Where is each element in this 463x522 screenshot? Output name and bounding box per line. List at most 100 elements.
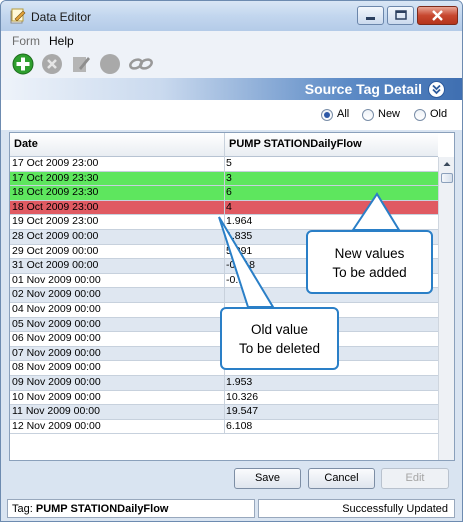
callout-old-value: Old value To be deleted bbox=[220, 307, 339, 370]
menu-help[interactable]: Help bbox=[49, 34, 74, 48]
callout-new-line2: To be added bbox=[332, 265, 407, 280]
cell-value[interactable]: 19.547 bbox=[226, 405, 258, 419]
minimize-icon bbox=[366, 17, 375, 20]
cell-divider bbox=[224, 229, 225, 244]
cell-value[interactable]: 4 bbox=[226, 201, 232, 215]
link-icon[interactable] bbox=[128, 53, 154, 75]
section-title: Source Tag Detail bbox=[304, 81, 422, 97]
cell-divider bbox=[224, 171, 225, 186]
status-tag-label: Tag: bbox=[12, 503, 33, 515]
scroll-thumb[interactable] bbox=[441, 173, 453, 183]
radio-dot bbox=[362, 109, 374, 121]
grid-rows: 17 Oct 2009 23:00 5 17 Oct 2009 23:30 3 18 O… bbox=[10, 157, 438, 435]
cell-date[interactable]: 31 Oct 2009 00:00 bbox=[12, 259, 98, 273]
table-row[interactable]: 12 Nov 2009 00:00 6.108 bbox=[10, 419, 438, 435]
callout-old-line2: To be deleted bbox=[238, 341, 321, 356]
cell-divider bbox=[224, 244, 225, 259]
chevron-down-double-icon bbox=[432, 84, 441, 95]
cell-date[interactable]: 18 Oct 2009 23:30 bbox=[12, 186, 98, 200]
cancel-button[interactable]: Cancel bbox=[308, 468, 375, 489]
cell-divider bbox=[224, 405, 225, 419]
vertical-scrollbar[interactable] bbox=[438, 157, 454, 460]
cell-value[interactable]: -0.1 bbox=[226, 274, 244, 288]
title-bar[interactable]: Data Editor bbox=[1, 1, 462, 31]
callout-new-values: New values To be added bbox=[306, 230, 433, 294]
cell-value[interactable]: 1.835 bbox=[226, 230, 252, 244]
cell-date[interactable]: 17 Oct 2009 23:00 bbox=[12, 157, 98, 171]
cell-value[interactable]: 6 bbox=[226, 186, 232, 200]
maximize-icon bbox=[395, 10, 407, 20]
cell-divider bbox=[224, 259, 225, 273]
cell-divider bbox=[224, 375, 225, 390]
table-row[interactable]: 18 Oct 2009 23:00 4 bbox=[10, 200, 438, 216]
cell-divider bbox=[224, 273, 225, 288]
status-bar: Tag: PUMP STATIONDailyFlow Successfully … bbox=[1, 496, 462, 521]
cell-date[interactable]: 01 Nov 2009 00:00 bbox=[12, 274, 101, 288]
cell-value[interactable]: 1.953 bbox=[226, 376, 252, 390]
edit-icon[interactable] bbox=[70, 53, 92, 75]
radio-dot bbox=[321, 109, 333, 121]
cell-value[interactable]: 5 bbox=[226, 157, 232, 171]
table-row[interactable]: 10 Nov 2009 00:00 10.326 bbox=[10, 390, 438, 406]
data-editor-window: Data Editor Form Help Source Tag Detail … bbox=[0, 0, 463, 522]
cell-value[interactable]: 1.964 bbox=[226, 215, 252, 229]
cell-value[interactable]: -0.118 bbox=[226, 259, 255, 273]
cell-date[interactable]: 19 Oct 2009 23:00 bbox=[12, 215, 98, 229]
window-title: Data Editor bbox=[31, 10, 92, 24]
cell-date[interactable]: 28 Oct 2009 00:00 bbox=[12, 230, 98, 244]
cell-date[interactable]: 18 Oct 2009 23:00 bbox=[12, 201, 98, 215]
status-message: Successfully Updated bbox=[258, 499, 455, 518]
cell-date[interactable]: 06 Nov 2009 00:00 bbox=[12, 332, 101, 346]
section-header: Source Tag Detail bbox=[1, 78, 462, 100]
column-divider[interactable] bbox=[224, 133, 225, 157]
edit-button[interactable]: Edit bbox=[381, 468, 449, 489]
add-icon[interactable] bbox=[12, 53, 34, 75]
maximize-button[interactable] bbox=[387, 6, 414, 25]
cell-date[interactable]: 10 Nov 2009 00:00 bbox=[12, 391, 101, 405]
scroll-up-icon[interactable] bbox=[439, 157, 455, 171]
cell-value[interactable]: 6.108 bbox=[226, 420, 252, 434]
status-tag-name: PUMP STATIONDailyFlow bbox=[35, 503, 169, 515]
cell-divider bbox=[224, 419, 225, 434]
filter-old-label: Old bbox=[430, 108, 448, 120]
column-header-flow[interactable]: PUMP STATIONDailyFlow bbox=[229, 138, 362, 150]
toolbar bbox=[1, 50, 462, 78]
menu-form[interactable]: Form bbox=[12, 34, 40, 48]
cell-date[interactable]: 07 Nov 2009 00:00 bbox=[12, 347, 101, 361]
cell-date[interactable]: 17 Oct 2009 23:30 bbox=[12, 172, 98, 186]
cell-date[interactable]: 08 Nov 2009 00:00 bbox=[12, 361, 101, 375]
filter-bar: All New Old bbox=[1, 100, 462, 130]
data-grid: Date PUMP STATIONDailyFlow 17 Oct 2009 2… bbox=[9, 132, 455, 461]
close-button[interactable] bbox=[417, 6, 458, 25]
table-row[interactable]: 11 Nov 2009 00:00 19.547 bbox=[10, 405, 438, 420]
filter-new-label: New bbox=[378, 108, 401, 120]
status-tag: Tag: PUMP STATIONDailyFlow bbox=[7, 499, 255, 518]
table-row[interactable]: 18 Oct 2009 23:30 6 bbox=[10, 186, 438, 201]
cell-divider bbox=[224, 200, 225, 215]
cell-date[interactable]: 09 Nov 2009 00:00 bbox=[12, 376, 101, 390]
cell-date[interactable]: 05 Nov 2009 00:00 bbox=[12, 318, 101, 332]
table-row[interactable]: 17 Oct 2009 23:00 5 bbox=[10, 157, 438, 172]
column-header-date[interactable]: Date bbox=[14, 138, 38, 150]
cell-value[interactable]: 3 bbox=[226, 172, 232, 186]
minimize-button[interactable] bbox=[357, 6, 384, 25]
table-row[interactable]: 19 Oct 2009 23:00 1.964 bbox=[10, 215, 438, 230]
cell-date[interactable]: 29 Oct 2009 00:00 bbox=[12, 245, 98, 259]
cell-divider bbox=[224, 288, 225, 302]
cell-date[interactable]: 12 Nov 2009 00:00 bbox=[12, 420, 101, 434]
table-row[interactable]: 09 Nov 2009 00:00 1.953 bbox=[10, 375, 438, 391]
app-icon bbox=[10, 8, 26, 24]
cell-value[interactable]: 10.326 bbox=[226, 391, 258, 405]
filter-all-label: All bbox=[337, 108, 350, 120]
cell-date[interactable]: 02 Nov 2009 00:00 bbox=[12, 288, 101, 302]
record-icon[interactable] bbox=[99, 53, 121, 75]
cell-value[interactable]: 5.291 bbox=[226, 245, 252, 259]
delete-icon[interactable] bbox=[41, 53, 63, 75]
menu-bar: Form Help bbox=[1, 31, 462, 50]
table-row[interactable]: 17 Oct 2009 23:30 3 bbox=[10, 171, 438, 187]
save-button[interactable]: Save bbox=[234, 468, 301, 489]
callout-new-line1: New values bbox=[334, 246, 405, 261]
cell-date[interactable]: 04 Nov 2009 00:00 bbox=[12, 303, 101, 317]
collapse-button[interactable] bbox=[428, 81, 445, 98]
cell-date[interactable]: 11 Nov 2009 00:00 bbox=[12, 405, 100, 419]
